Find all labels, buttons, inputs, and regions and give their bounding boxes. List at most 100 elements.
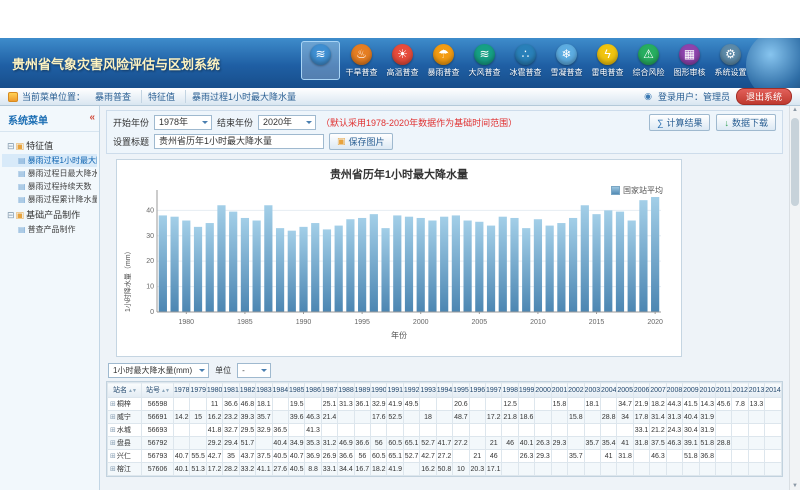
table-row[interactable]: ⊞水城5669341.832.729.532.936.541.333.121.2… [108,424,782,437]
default-range-note: （默认采用1978-2020年数据作为基础时间范围） [321,116,517,129]
tree-group[interactable]: ⊟▣特征值 [2,137,97,154]
module-snow[interactable]: ❄雪凝普查 [547,41,586,80]
tree-item[interactable]: ▤普查产品制作 [2,223,97,236]
table-header[interactable]: 1994▲▼ [436,383,452,398]
table-header[interactable]: 2012▲▼ [732,383,748,398]
scroll-up-icon[interactable]: ▲ [790,107,800,113]
table-header[interactable]: 1987▲▼ [321,383,337,398]
table-header[interactable]: 2006▲▼ [633,383,649,398]
vertical-scrollbar[interactable]: ▲ ▼ [789,106,800,490]
scrollbar-thumb[interactable] [791,118,799,206]
snow-icon: ❄ [556,44,577,65]
table-header[interactable]: 1999▲▼ [518,383,534,398]
station-expand-icon[interactable]: ⊞ [110,440,116,447]
table-header[interactable]: 2003▲▼ [584,383,600,398]
tree-item[interactable]: ▤暴雨过程累计降水量 [2,193,97,206]
station-expand-icon[interactable]: ⊞ [110,401,116,408]
table-header[interactable]: 2007▲▼ [650,383,666,398]
station-expand-icon[interactable]: ⊞ [110,414,116,421]
table-row[interactable]: ⊞兴仁5679340.755.542.73543.737.540.540.736… [108,450,782,463]
download-data-button[interactable]: ↓数据下载 [716,114,776,131]
table-header[interactable]: 站名▲▼ [108,383,142,398]
table-row[interactable]: ⊞桐梓565981136.646.818.119.525.131.336.132… [108,398,782,411]
tree-item[interactable]: ▤暴雨过程1小时最大降水量 [2,154,97,167]
table-header[interactable]: 2000▲▼ [535,383,551,398]
table-header[interactable]: 2010▲▼ [699,383,715,398]
tree-item[interactable]: ▤暴雨过程持续天数 [2,180,97,193]
module-review[interactable]: ▦图形审核 [670,41,709,80]
sidebar-collapse-button[interactable]: « [89,112,95,123]
module-rainstorm[interactable]: ☂暴雨普查 [424,41,463,80]
table-header[interactable]: 2009▲▼ [683,383,699,398]
table-header[interactable]: 2005▲▼ [617,383,633,398]
logout-button[interactable]: 退出系统 [736,88,792,105]
table-header[interactable]: 1979▲▼ [190,383,206,398]
module-label: 冰雹普查 [510,67,542,78]
module-wind[interactable]: ≋大风普查 [465,41,504,80]
module-drought[interactable]: ♨干旱普查 [342,41,381,80]
start-year-select[interactable]: 1978年 [154,115,212,130]
module-current[interactable]: ≋ [301,41,340,80]
table-header[interactable]: 1998▲▼ [502,383,518,398]
table-header[interactable]: 站号▲▼ [142,383,174,398]
value-cell: 41.7 [436,437,452,450]
station-name-cell: ⊞水城 [108,424,142,437]
save-image-button[interactable]: ▣保存图片 [329,133,393,150]
station-expand-icon[interactable]: ⊞ [110,427,116,434]
value-cell [551,424,567,437]
sort-icon[interactable]: ▲▼ [128,388,136,394]
tree-item[interactable]: ▤暴雨过程日最大降水量 [2,167,97,180]
value-cell: 51.7 [239,437,255,450]
table-header[interactable]: 1982▲▼ [239,383,255,398]
table-header[interactable]: 1988▲▼ [338,383,354,398]
scroll-down-icon[interactable]: ▼ [790,483,800,489]
table-header[interactable]: 1995▲▼ [453,383,469,398]
breadcrumb-tab-category[interactable]: 特征值 [141,90,181,103]
expand-icon[interactable]: ⊟ [7,141,15,151]
station-id-cell: 56691 [142,411,174,424]
metric-select[interactable]: 1小时最大降水量(mm) [108,363,209,378]
table-header[interactable]: 1986▲▼ [305,383,321,398]
table-header[interactable]: 1989▲▼ [354,383,370,398]
table-header[interactable]: 2004▲▼ [600,383,616,398]
station-expand-icon[interactable]: ⊞ [110,453,116,460]
table-header[interactable]: 1996▲▼ [469,383,485,398]
table-header[interactable]: 1984▲▼ [272,383,288,398]
table-header[interactable]: 1992▲▼ [403,383,419,398]
table-header[interactable]: 1978▲▼ [174,383,190,398]
module-risk[interactable]: ⚠综合风险 [629,41,668,80]
table-header[interactable]: 2002▲▼ [568,383,584,398]
table-row[interactable]: ⊞威宁5669114.21516.223.239.335.739.646.321… [108,411,782,424]
expand-icon[interactable]: ⊟ [7,210,15,220]
tree-group[interactable]: ⊟▣基础产品制作 [2,206,97,223]
table-header[interactable]: 1985▲▼ [288,383,304,398]
module-lightning[interactable]: ϟ雷电普查 [588,41,627,80]
breadcrumb-tab-module[interactable]: 暴雨普查 [89,90,137,103]
calculate-button[interactable]: ∑计算结果 [649,114,710,131]
table-header[interactable]: 1983▲▼ [256,383,272,398]
unit-select[interactable]: - [237,363,271,378]
module-settings[interactable]: ⚙系统设置 [711,41,750,80]
value-cell [420,398,436,411]
table-header[interactable]: 2013▲▼ [748,383,764,398]
module-heat[interactable]: ☀高温普查 [383,41,422,80]
station-expand-icon[interactable]: ⊞ [110,466,116,473]
table-header[interactable]: 1993▲▼ [420,383,436,398]
module-hail[interactable]: ∴冰雹普查 [506,41,545,80]
value-cell: 40.7 [174,450,190,463]
table-header[interactable]: 2001▲▼ [551,383,567,398]
breadcrumb-tab-page[interactable]: 暴雨过程1小时最大降水量 [185,90,302,103]
table-row[interactable]: ⊞榕江5760640.151.317.228.233.241.127.640.5… [108,463,782,476]
sort-icon[interactable]: ▲▼ [161,388,169,394]
table-header[interactable]: 1980▲▼ [206,383,222,398]
table-header[interactable]: 2011▲▼ [715,383,731,398]
table-header[interactable]: 1991▲▼ [387,383,403,398]
end-year-select[interactable]: 2020年 [258,115,316,130]
table-header[interactable]: 1997▲▼ [486,383,502,398]
table-header[interactable]: 1981▲▼ [223,383,239,398]
table-header[interactable]: 1990▲▼ [371,383,387,398]
chart-title-input[interactable]: 贵州省历年1小时最大降水量 [154,134,324,149]
table-header[interactable]: 2008▲▼ [666,383,682,398]
table-row[interactable]: ⊞盘县5679229.229.451.740.434.935.331.246.9… [108,437,782,450]
table-header[interactable]: 2014▲▼ [765,383,782,398]
